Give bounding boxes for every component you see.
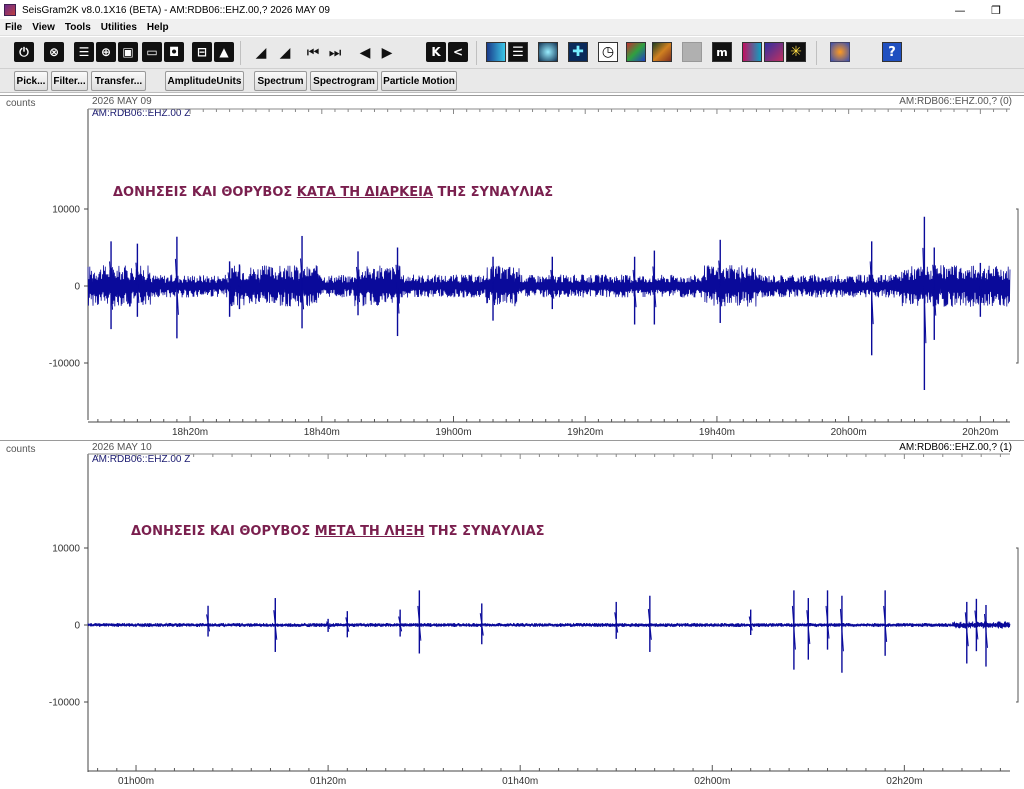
- app-logo-icon: [4, 4, 16, 16]
- crosshair-icon[interactable]: ✚: [568, 42, 588, 62]
- arrow-right-icon[interactable]: ▶: [378, 42, 396, 64]
- pick-button[interactable]: Pick...: [14, 71, 48, 91]
- amplitude-bracket: [1016, 208, 1019, 364]
- y-tick-label: 0: [74, 621, 80, 632]
- window-title: SeisGram2K v8.0.1X16 (BETA) - AM:RDB06::…: [22, 4, 330, 16]
- filter-bank-icon[interactable]: [486, 42, 506, 62]
- seismogram-plot-2[interactable]: 10000 0 -10000 01h00m 01h20m 01h40m 02h00m 02h2…: [0, 440, 1024, 789]
- filter-button[interactable]: Filter...: [51, 71, 88, 91]
- rotate-icon[interactable]: [538, 42, 558, 62]
- star-burst-icon[interactable]: ✳: [786, 42, 806, 62]
- clock-icon[interactable]: ◷: [598, 42, 618, 62]
- list-icon[interactable]: ☰: [508, 42, 528, 62]
- x-tick-label: 18h40m: [304, 427, 340, 438]
- spectrum-color-icon[interactable]: [742, 42, 762, 62]
- picks-icon[interactable]: [652, 42, 672, 62]
- arrow-left-icon[interactable]: ◀: [356, 42, 374, 64]
- x-tick-label: 19h40m: [699, 427, 735, 438]
- seismogram-plot-1[interactable]: 10000 0 -10000 18h20m 18h40m 19h00m 19h20m 19h4…: [0, 95, 1024, 440]
- amplitude-bracket: [1016, 547, 1019, 703]
- spectrogram-button[interactable]: Spectrogram: [310, 71, 378, 91]
- jump-first-icon[interactable]: K: [426, 42, 446, 62]
- gray-icon[interactable]: [682, 42, 702, 62]
- y-tick-label: 0: [74, 282, 80, 293]
- help-icon[interactable]: ?: [882, 42, 902, 62]
- x-tick-label: 20h20m: [962, 427, 998, 438]
- menu-file[interactable]: File: [0, 22, 27, 33]
- magnitude-icon[interactable]: m: [712, 42, 732, 62]
- menu-utilities[interactable]: Utilities: [96, 22, 142, 33]
- x-tick-label: 19h20m: [567, 427, 603, 438]
- volume-down-icon[interactable]: ◢: [252, 42, 270, 64]
- y-tick-label: -10000: [49, 359, 81, 370]
- minimize-button[interactable]: —: [942, 0, 978, 20]
- x-tick-label: 01h40m: [502, 776, 538, 787]
- title-bar: SeisGram2K v8.0.1X16 (BETA) - AM:RDB06::…: [0, 0, 1024, 20]
- x-tick-label: 18h20m: [172, 427, 208, 438]
- globe-icon[interactable]: ⊕: [96, 42, 116, 62]
- maximize-button[interactable]: ❐: [978, 0, 1014, 20]
- x-tick-label: 02h20m: [886, 776, 922, 787]
- particle-motion-button[interactable]: Particle Motion: [381, 71, 457, 91]
- amplitude-units-button[interactable]: AmplitudeUnits: [165, 71, 244, 91]
- color-map-icon[interactable]: [626, 42, 646, 62]
- menu-bar: File View Tools Utilities Help: [0, 19, 1024, 36]
- y-tick-label: 10000: [52, 205, 80, 216]
- spectrum-button[interactable]: Spectrum: [254, 71, 307, 91]
- y-tick-label: -10000: [49, 698, 81, 709]
- icon-toolbar: ⏻ ⊗ ☰ ⊕ ▣ ▭ ◘ ⊟ ▲ ◢ ◢ ⏮ ⏭ ◀ ▶ K < ☰ ✚ ◷ …: [0, 37, 1024, 69]
- app-logo-icon[interactable]: [830, 42, 850, 62]
- layout-split-icon[interactable]: ⊟: [192, 42, 212, 62]
- menu-view[interactable]: View: [27, 22, 60, 33]
- x-tick-label: 19h00m: [435, 427, 471, 438]
- transfer-button[interactable]: Transfer...: [91, 71, 146, 91]
- trace-layout-icon[interactable]: ☰: [74, 42, 94, 62]
- x-tick-label: 01h00m: [118, 776, 154, 787]
- close-trace-icon[interactable]: ⊗: [44, 42, 64, 62]
- window-icon[interactable]: ▣: [118, 42, 138, 62]
- function-toolbar: Pick... Filter... Transfer... AmplitudeU…: [0, 69, 1024, 93]
- power-icon[interactable]: ⏻: [14, 42, 34, 62]
- window-dot-icon[interactable]: ▭: [142, 42, 162, 62]
- x-tick-label: 01h20m: [310, 776, 346, 787]
- skip-to-end-icon[interactable]: ⏭: [326, 42, 344, 64]
- jump-prev-icon[interactable]: <: [448, 42, 468, 62]
- menu-help[interactable]: Help: [142, 22, 174, 33]
- panel-icon[interactable]: ◘: [164, 42, 184, 62]
- volume-up-icon[interactable]: ◢: [276, 42, 294, 64]
- x-tick-label: 02h00m: [694, 776, 730, 787]
- x-tick-label: 20h00m: [831, 427, 867, 438]
- waveform-trace: [87, 621, 1011, 629]
- menu-tools[interactable]: Tools: [60, 22, 96, 33]
- spectrum-alt-icon[interactable]: [764, 42, 784, 62]
- skip-to-start-icon[interactable]: ⏮: [304, 42, 322, 64]
- image-icon[interactable]: ▲: [214, 42, 234, 62]
- y-tick-label: 10000: [52, 544, 80, 555]
